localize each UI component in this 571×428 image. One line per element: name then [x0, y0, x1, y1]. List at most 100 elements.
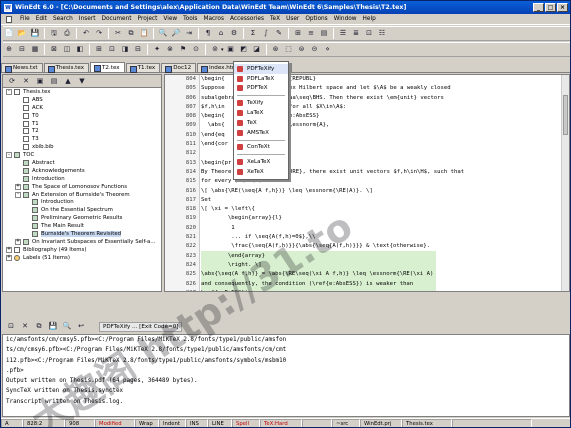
menu-options[interactable]: Options	[302, 16, 330, 22]
tex-button-6-icon[interactable]: ⊞	[93, 44, 105, 56]
std-button-3-icon[interactable]: 🖫	[48, 28, 60, 40]
status-field[interactable]: 908	[65, 419, 95, 427]
menu-item-texify[interactable]: TeXify	[234, 98, 288, 108]
code-line[interactable]: 1	[201, 224, 561, 233]
tree-item[interactable]: - An Extension of Burnside's Theorem	[3, 191, 161, 199]
std-button-11-icon[interactable]: 🔎	[170, 28, 182, 40]
expand-toggle-icon[interactable]: +	[15, 238, 21, 245]
tree-item[interactable]: ABS	[3, 96, 161, 104]
std-button-12-icon[interactable]: ⇥	[183, 28, 195, 40]
std-button-7-icon[interactable]: ✂	[112, 28, 124, 40]
expand-toggle-icon[interactable]: -	[6, 88, 12, 95]
menu-macros[interactable]: Macros	[200, 16, 227, 22]
tree-item[interactable]: Burnside's Theorem Revisited	[3, 230, 161, 238]
std-button-22-icon[interactable]: ☰	[337, 28, 349, 40]
std-button-24-icon[interactable]: ⊡	[363, 28, 375, 40]
tree-item[interactable]: Preliminary Geometric Results	[3, 214, 161, 222]
expand-toggle-icon[interactable]: -	[15, 191, 21, 198]
expand-toggle-icon[interactable]: -	[6, 152, 12, 159]
tex-button-21-icon[interactable]: ⊝	[309, 44, 321, 56]
tree-item[interactable]: T1	[3, 120, 161, 128]
std-button-15-icon[interactable]: ⚙	[228, 28, 240, 40]
menu-item-xetex[interactable]: XeTeX	[234, 167, 288, 177]
scroll-thumb[interactable]	[563, 95, 568, 135]
std-button-9-icon[interactable]: 📋	[138, 28, 150, 40]
compile-dropdown-arrow-icon[interactable]: ▾	[221, 47, 224, 53]
status-field[interactable]: 828:2	[23, 419, 65, 427]
code-line[interactable]: \[ \xi = \left\{	[201, 205, 561, 214]
output-save-icon[interactable]: 💾	[47, 321, 59, 333]
std-button-20-icon[interactable]: ≡	[305, 28, 317, 40]
tex-button-3-icon[interactable]: ⊠	[48, 44, 60, 56]
output-close-icon[interactable]: ✕	[19, 321, 31, 333]
std-button-10-icon[interactable]: 🔍	[157, 28, 169, 40]
tex-button-10-icon[interactable]: ✦	[151, 44, 163, 56]
tree-item[interactable]: - Thesis.tex	[3, 88, 161, 96]
minimize-button[interactable]: _	[533, 3, 544, 12]
tex-button-11-icon[interactable]: ⊗	[164, 44, 176, 56]
tab-doc12[interactable]: Doc12	[161, 63, 197, 73]
status-field[interactable]: Wrap	[135, 419, 159, 427]
tree-item[interactable]: + On Invariant Subspaces of Essentially S…	[3, 238, 161, 246]
std-button-23-icon[interactable]: ≣	[350, 28, 362, 40]
std-button-16-icon[interactable]: Σ	[247, 28, 259, 40]
menu-item-latex[interactable]: LaTeX	[234, 108, 288, 118]
tree-item[interactable]: Abstract	[3, 159, 161, 167]
status-field[interactable]: INS	[186, 419, 208, 427]
std-button-0-icon[interactable]: 📄	[3, 28, 15, 40]
menu-file[interactable]: File	[17, 16, 33, 22]
menu-item-tex[interactable]: TeX	[234, 118, 288, 128]
status-field[interactable]: A	[1, 419, 23, 427]
tree-down-icon[interactable]: ▼	[76, 75, 88, 87]
tree-item[interactable]: xbib.bib	[3, 143, 161, 151]
menu-document[interactable]: Document	[99, 16, 135, 22]
status-field[interactable]: WinEdt.prj	[360, 419, 402, 427]
menu-item-context[interactable]: ConTeXt	[234, 143, 288, 153]
status-field[interactable]: Spell	[232, 419, 260, 427]
tab-t1-tex[interactable]: T1.tex	[125, 63, 161, 73]
tex-button-12-icon[interactable]: ⚑	[177, 44, 189, 56]
menu-tools[interactable]: Tools	[180, 16, 200, 22]
code-line[interactable]: ... if \seq{A(f,h)=0$},\\	[201, 233, 561, 242]
tree-item[interactable]: + Labels (51 Items)	[3, 254, 161, 262]
expand-toggle-icon[interactable]: +	[6, 246, 12, 253]
std-button-21-icon[interactable]: ▤	[318, 28, 330, 40]
std-button-8-icon[interactable]: ⧉	[125, 28, 137, 40]
menu-help[interactable]: Help	[360, 16, 379, 22]
menu-item-pdftexify[interactable]: PDFTeXify	[234, 64, 288, 74]
tex-button-14-icon[interactable]: ⊚	[209, 44, 221, 56]
menu-item-pdftex[interactable]: PDFTeX	[234, 84, 288, 94]
tree-item[interactable]: - TOC	[3, 151, 161, 159]
std-button-4-icon[interactable]: ⎙	[61, 28, 73, 40]
tree-item[interactable]: T2	[3, 127, 161, 135]
std-button-1-icon[interactable]: 📂	[16, 28, 28, 40]
tex-button-16-icon[interactable]: ◩	[238, 44, 250, 56]
tree-item[interactable]: Introduction	[3, 198, 161, 206]
status-field[interactable]: Indent	[159, 419, 186, 427]
tab-thesis-tex[interactable]: Thesis.tex	[43, 63, 90, 73]
std-button-14-icon[interactable]: ⌂	[215, 28, 227, 40]
output-clear-icon[interactable]: ⊡	[5, 321, 17, 333]
tex-button-2-icon[interactable]: ▦	[29, 44, 41, 56]
tree-item[interactable]: Acknowledgements	[3, 167, 161, 175]
status-field[interactable]: Modified	[95, 419, 135, 427]
output-wrap-icon[interactable]: ↩	[75, 321, 87, 333]
menu-view[interactable]: View	[160, 16, 180, 22]
tree-view-icon[interactable]: ▤	[48, 75, 60, 87]
tree-item[interactable]: The Main Result	[3, 222, 161, 230]
menu-item-amstex[interactable]: AMSTeX	[234, 128, 288, 138]
std-button-17-icon[interactable]: ∫	[260, 28, 272, 40]
tree-item[interactable]: + Bibliography (49 Items)	[3, 246, 161, 254]
code-line[interactable]: \end{array}	[201, 252, 561, 261]
tex-button-1-icon[interactable]: ⊟	[16, 44, 28, 56]
status-field[interactable]: Thesis.tex	[402, 419, 452, 427]
tex-button-17-icon[interactable]: ◪	[251, 44, 263, 56]
menu-project[interactable]: Project	[135, 16, 161, 22]
code-line[interactable]: \right. \]	[201, 261, 561, 270]
vertical-scrollbar[interactable]	[561, 75, 569, 291]
menu-insert[interactable]: Insert	[76, 16, 99, 22]
tree-item[interactable]: T3	[3, 135, 161, 143]
menu-item-pdflatex[interactable]: PDFLaTeX	[234, 74, 288, 84]
std-button-19-icon[interactable]: ⊞	[292, 28, 304, 40]
tab-news-txt[interactable]: News.txt	[1, 63, 43, 73]
